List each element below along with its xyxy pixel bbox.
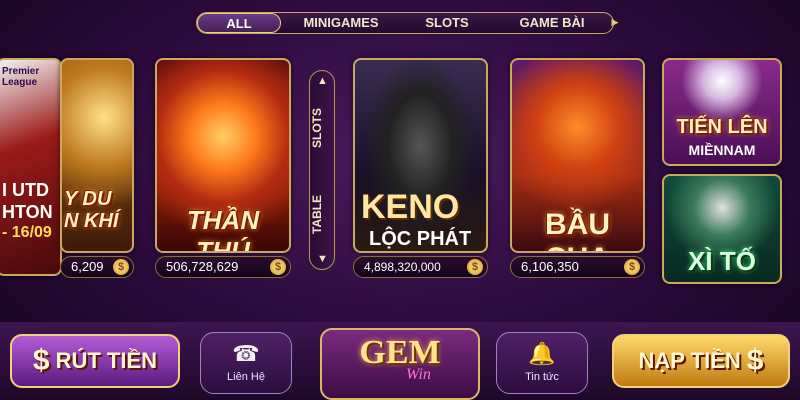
game-card-keno[interactable]: KENO LỘC PHÁT	[353, 58, 488, 253]
game-subtitle: MIỀNNAM	[688, 142, 756, 158]
category-tab-bar: ALL MINIGAMES SLOTS GAME BÀI ►	[196, 12, 621, 34]
game-title: Y DU N KHÍ	[64, 188, 119, 232]
contact-button[interactable]: ☎ Liên Hệ	[200, 332, 292, 394]
dollar-icon: $	[32, 344, 50, 377]
promo-line-2: HTON	[2, 202, 53, 222]
jackpot-counter: 6,106,350 $	[510, 256, 645, 278]
switch-label-table[interactable]: TABLE	[310, 179, 336, 249]
switch-label-slots[interactable]: SLOTS	[310, 93, 336, 163]
contact-label: Liên Hệ	[227, 371, 265, 383]
phone-icon: ☎	[232, 341, 260, 366]
tab-scroll-arrow-icon[interactable]: ►	[609, 15, 621, 29]
news-button[interactable]: 🔔 Tin tức	[496, 332, 588, 394]
game-card-bau-cua[interactable]: BẦU CUA	[510, 58, 645, 253]
bell-icon: 🔔	[528, 341, 556, 366]
game-card-xi-to[interactable]: XÌ TỐ	[662, 174, 782, 284]
league-label: Premier League	[2, 66, 40, 88]
arrow-down-icon[interactable]: ▼	[317, 253, 328, 265]
promo-date: - 16/09	[2, 224, 52, 241]
game-title: BẦU CUA	[545, 208, 610, 251]
arrow-up-icon[interactable]: ▲	[317, 75, 328, 87]
game-title: THẦN THÚ	[186, 205, 260, 253]
tab-game-bai[interactable]: GAME BÀI	[493, 13, 611, 33]
game-title: KENO	[361, 188, 460, 226]
game-subtitle: LỘC PHÁT	[369, 228, 472, 250]
coin-icon: $	[113, 259, 129, 275]
jackpot-value: 6,106,350	[521, 259, 579, 274]
jackpot-counter: 6,209 $	[60, 256, 134, 278]
jackpot-counter: 4,898,320,000 $	[353, 256, 488, 278]
dollar-icon: $	[746, 344, 764, 377]
tab-all[interactable]: ALL	[197, 13, 281, 33]
jackpot-counter: 506,728,629 $	[155, 256, 291, 278]
slots-table-switch[interactable]: ▲ SLOTS TABLE ▼	[309, 70, 335, 270]
game-card-than-thu[interactable]: THẦN THÚ	[155, 58, 291, 253]
logo-main-text: GEM	[359, 334, 441, 371]
news-label: Tin tức	[525, 371, 559, 383]
gemwin-logo: GEM Win	[320, 328, 480, 400]
coin-icon: $	[624, 259, 640, 275]
withdraw-label: RÚT TIỀN	[55, 348, 158, 373]
promo-line-1: I UTD	[2, 180, 49, 200]
tab-slots[interactable]: SLOTS	[401, 13, 493, 33]
jackpot-value: 6,209	[71, 259, 104, 274]
jackpot-value: 4,898,320,000	[364, 260, 441, 274]
coin-icon: $	[270, 259, 286, 275]
deposit-label: NẠP TIỀN	[638, 348, 741, 373]
jackpot-value: 506,728,629	[166, 259, 239, 274]
tab-minigames[interactable]: MINIGAMES	[281, 13, 401, 33]
deposit-button[interactable]: NẠP TIỀN $	[612, 334, 790, 388]
game-title: XÌ TỐ	[688, 246, 756, 276]
coin-icon: $	[467, 259, 483, 275]
game-card-tien-len[interactable]: TIẾN LÊN MIỀNNAM	[662, 58, 782, 166]
promo-banner-card[interactable]: Premier League I UTD HTON - 16/09	[0, 58, 62, 276]
logo-sub-text: Win	[406, 366, 431, 383]
game-card-monkey[interactable]: Y DU N KHÍ	[60, 58, 134, 253]
withdraw-button[interactable]: $ RÚT TIỀN	[10, 334, 180, 388]
game-title: TIẾN LÊN	[676, 116, 768, 138]
